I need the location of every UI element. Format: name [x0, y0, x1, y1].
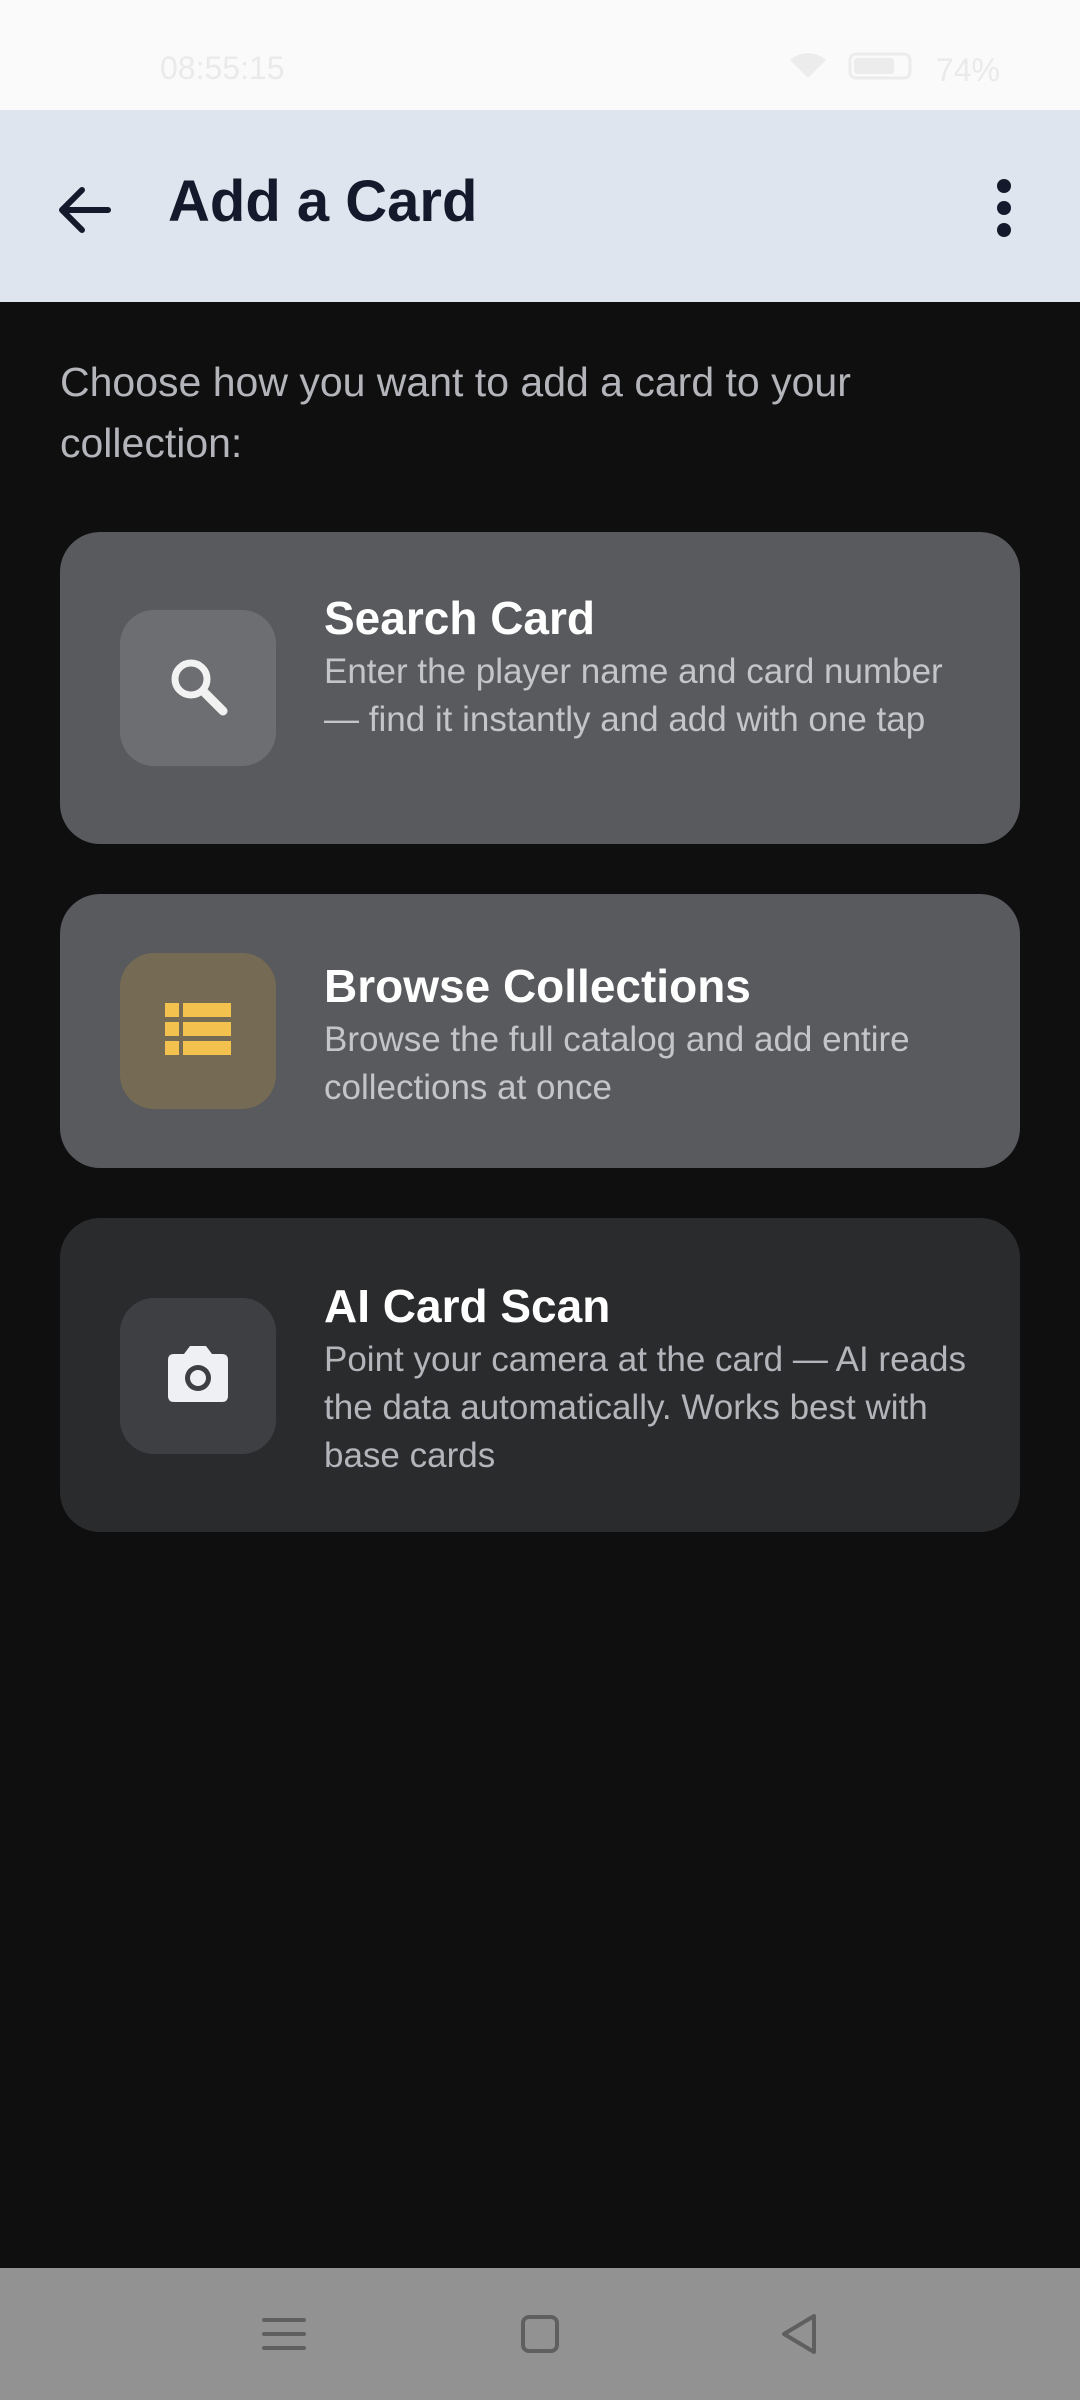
option-description: Enter the player name and card number — … — [324, 652, 943, 739]
search-card-text: Search Card Enter the player name and ca… — [324, 590, 984, 744]
arrow-left-icon — [52, 187, 116, 246]
system-back-button[interactable] — [772, 2306, 828, 2362]
search-card-option[interactable]: Search Card Enter the player name and ca… — [60, 532, 1020, 844]
search-icon-box — [120, 610, 276, 766]
home-button[interactable] — [512, 2306, 568, 2362]
list-icon — [163, 999, 233, 1064]
more-options-button[interactable] — [968, 172, 1040, 244]
menu-icon — [256, 2318, 312, 2366]
page-title: Add a Card — [168, 169, 478, 234]
app-bar: Add a Card — [0, 110, 1080, 302]
search-icon — [163, 651, 233, 726]
status-time: 08:55:15 — [160, 50, 285, 86]
intro-text: Choose how you want to add a card to you… — [60, 359, 851, 466]
back-triangle-icon — [772, 2314, 828, 2366]
option-description: Point your camera at the card — AI reads… — [324, 1340, 966, 1475]
camera-icon-box — [120, 1298, 276, 1454]
recent-apps-button[interactable] — [256, 2306, 312, 2362]
wifi-icon — [786, 50, 830, 90]
back-button[interactable] — [52, 178, 116, 242]
ai-card-scan-option[interactable]: AI Card Scan Point your camera at the ca… — [60, 1218, 1020, 1532]
battery-icon — [848, 50, 918, 90]
more-vert-icon — [968, 179, 1040, 248]
system-nav-bar — [0, 2268, 1080, 2400]
list-icon-box — [120, 953, 276, 1109]
option-description: Browse the full catalog and add entire c… — [324, 1020, 910, 1107]
browse-card-text: Browse Collections Browse the full catal… — [324, 958, 984, 1112]
browse-collections-option[interactable]: Browse Collections Browse the full catal… — [60, 894, 1020, 1168]
camera-icon — [162, 1342, 234, 1411]
option-title: AI Card Scan — [324, 1280, 611, 1332]
status-bar: 08:55:15 74% — [0, 0, 1080, 110]
option-title: Search Card — [324, 592, 596, 644]
status-icons: 74% — [786, 50, 1000, 90]
scan-card-text: AI Card Scan Point your camera at the ca… — [324, 1278, 984, 1480]
option-title: Browse Collections — [324, 960, 751, 1012]
battery-percent: 74% — [935, 51, 1000, 88]
home-square-icon — [512, 2315, 568, 2366]
